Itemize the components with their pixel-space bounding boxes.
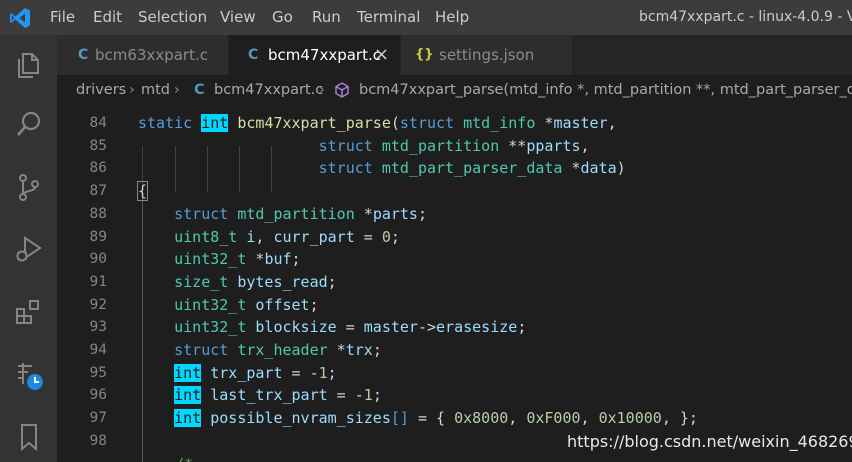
line-number: 83 — [57, 105, 107, 112]
code-line[interactable]: int trx_part = -1; — [138, 362, 337, 385]
tab-bar: C bcm63xxpart.c C bcm47xxpart.c × {} set… — [57, 35, 852, 75]
method-cube-icon — [335, 82, 349, 98]
code-line[interactable]: uint32_t offset; — [138, 294, 319, 317]
search-icon[interactable] — [13, 108, 45, 140]
breadcrumb-file[interactable]: bcm47xxpart.c — [214, 75, 323, 105]
menu-help[interactable]: Help — [435, 0, 469, 35]
tab-label: bcm47xxpart.c — [268, 46, 381, 64]
code-line[interactable]: size_t bytes_read; — [138, 271, 337, 294]
menu-file[interactable]: File — [50, 0, 75, 35]
line-number: 93 — [89, 319, 107, 336]
breadcrumb-drivers[interactable]: drivers — [76, 75, 126, 105]
tab-label: settings.json — [439, 46, 535, 64]
code-line[interactable]: int last_trx_part = -1; — [138, 384, 382, 407]
breadcrumb-mtd[interactable]: mtd — [141, 75, 170, 105]
source-control-icon[interactable] — [13, 171, 45, 203]
activity-bar — [0, 35, 57, 462]
tab-label: bcm63xxpart.c — [95, 46, 208, 64]
line-number: 85 — [89, 137, 107, 154]
line-number: 92 — [89, 296, 107, 313]
timeline-icon[interactable] — [13, 360, 45, 392]
menu-run[interactable]: Run — [312, 0, 341, 35]
extensions-icon[interactable] — [13, 296, 45, 328]
c-file-icon: C — [78, 47, 89, 63]
line-number: 86 — [89, 160, 107, 177]
code-comment: /* — [175, 453, 193, 462]
tab-settings-json[interactable]: {} settings.json — [401, 35, 572, 75]
close-icon[interactable]: × — [374, 35, 389, 75]
watermark-text: https://blog.csdn.net/weixin_46826913 — [567, 432, 852, 451]
code-editor[interactable]: 83 84 static int bcm47xxpart_parse(struct… — [57, 105, 852, 462]
code-line[interactable]: uint32_t *buf; — [138, 248, 300, 271]
tab-bcm47xxpart[interactable]: C bcm47xxpart.c × — [229, 35, 400, 75]
code-line[interactable]: uint32_t blocksize = master->erasesize; — [138, 316, 526, 339]
breadcrumb-function[interactable]: bcm47xxpart_parse(mtd_info *, mtd_partit… — [359, 75, 852, 105]
json-file-icon: {} — [415, 47, 434, 62]
code-line[interactable]: struct trx_header *trx; — [138, 339, 382, 362]
code-line[interactable]: struct mtd_part_parser_data *data) — [138, 157, 626, 180]
menu-selection[interactable]: Selection — [138, 0, 207, 35]
code-line[interactable]: struct mtd_partition *parts; — [138, 203, 427, 226]
line-number: 87 — [89, 183, 107, 200]
breadcrumb: drivers › mtd › C bcm47xxpart.c › bcm47x… — [57, 75, 852, 105]
code-line[interactable]: { — [136, 180, 149, 203]
line-number: 89 — [89, 228, 107, 245]
tab-bcm63xxpart[interactable]: C bcm63xxpart.c — [57, 35, 228, 75]
code-line[interactable]: struct mtd_partition **pparts, — [138, 135, 590, 158]
line-number: 95 — [89, 364, 107, 381]
line-number: 90 — [89, 251, 107, 268]
c-file-icon: C — [248, 47, 259, 63]
line-number: 88 — [89, 205, 107, 222]
chevron-right-icon: › — [319, 82, 325, 98]
line-number: 97 — [89, 410, 107, 427]
explorer-icon[interactable] — [13, 49, 45, 81]
run-debug-icon[interactable] — [13, 233, 45, 265]
code-line[interactable]: static int bcm47xxpart_parse(struct mtd_… — [138, 112, 617, 135]
menu-view[interactable]: View — [220, 0, 256, 35]
window-title: bcm47xxpart.c - linux-4.0.9 - Visua — [639, 9, 852, 25]
menu-edit[interactable]: Edit — [93, 0, 122, 35]
c-file-icon: C — [194, 82, 205, 98]
menu-terminal[interactable]: Terminal — [357, 0, 420, 35]
line-number: 96 — [89, 387, 107, 404]
chevron-right-icon: › — [174, 82, 180, 98]
menu-go[interactable]: Go — [272, 0, 293, 35]
vscode-logo-icon — [10, 8, 30, 28]
code-line[interactable]: uint8_t i, curr_part = 0; — [138, 226, 400, 249]
chevron-right-icon: › — [129, 82, 135, 98]
line-number: 94 — [89, 342, 107, 358]
bookmark-icon[interactable] — [13, 421, 45, 453]
title-bar: File Edit Selection View Go Run Terminal… — [0, 0, 852, 35]
line-number: 84 — [89, 115, 107, 131]
code-line[interactable]: int possible_nvram_sizes[] = { 0x8000, 0… — [138, 407, 698, 430]
line-number: 98 — [89, 432, 107, 449]
line-number: 91 — [89, 273, 107, 290]
